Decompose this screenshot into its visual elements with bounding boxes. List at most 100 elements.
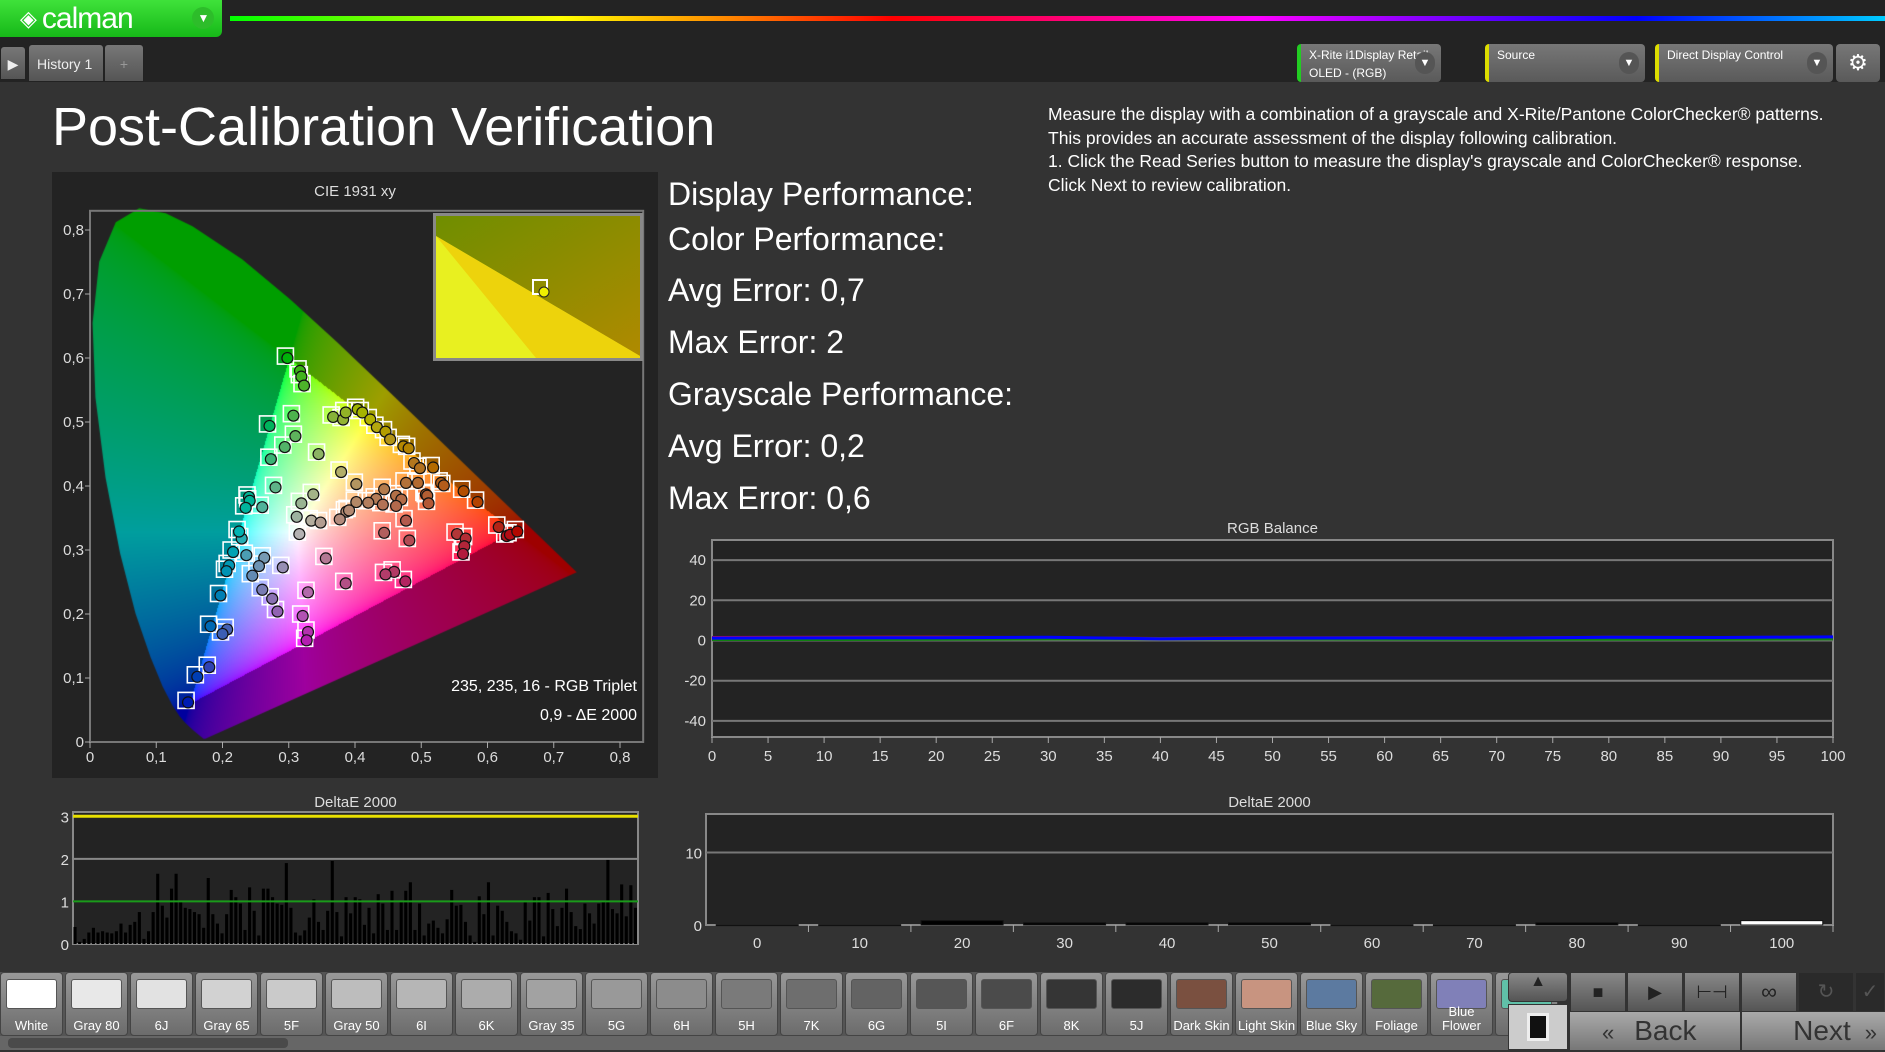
measured-point (511, 525, 524, 538)
measured-point (181, 696, 195, 709)
deltae-bar (920, 920, 1004, 926)
x-tick-label: 15 (872, 748, 889, 765)
patch-7k[interactable]: 7K (780, 972, 843, 1036)
meter-selector[interactable]: X-Rite i1Display Retail OLED - (RGB) ▼ (1297, 44, 1441, 82)
y-tick-label: 0,8 (63, 222, 84, 239)
next-button[interactable]: Next » (1742, 1012, 1885, 1050)
measured-point (252, 559, 266, 573)
deltae-bar (78, 941, 82, 944)
patch-gray-65[interactable]: Gray 65 (195, 972, 258, 1036)
patch-color (981, 979, 1032, 1009)
deltae-bar (528, 920, 532, 944)
gear-icon: ⚙ (1848, 50, 1868, 75)
x-tick-label: 65 (1432, 748, 1449, 765)
read-button[interactable]: ▶ (1627, 972, 1683, 1012)
patch-5j[interactable]: 5J (1105, 972, 1168, 1036)
x-tick-label: 40 (1152, 748, 1169, 765)
calman-logo[interactable]: ◈ calman ▼ (0, 0, 222, 37)
patch-8k[interactable]: 8K (1040, 972, 1103, 1036)
inset-measured-point (538, 286, 550, 298)
patch-6g[interactable]: 6G (845, 972, 908, 1036)
patch-color (526, 979, 577, 1009)
patch-label: Gray 35 (528, 1018, 575, 1033)
deltae-bar (105, 932, 109, 944)
x-tick-label: 0,2 (212, 749, 233, 766)
patch-5h[interactable]: 5H (715, 972, 778, 1036)
patch-blue-flower[interactable]: Blue Flower (1430, 972, 1493, 1036)
measured-point (362, 496, 375, 509)
patch-gray-50[interactable]: Gray 50 (325, 972, 388, 1036)
deltae-bar (165, 917, 169, 944)
patch-6h[interactable]: 6H (650, 972, 713, 1036)
deltae-bar (229, 889, 233, 944)
patch-5f[interactable]: 5F (260, 972, 323, 1036)
deltae-bar (289, 907, 293, 944)
next-label: Next (1793, 1015, 1851, 1046)
deltae-bar (468, 935, 472, 944)
deltae-bar (413, 929, 417, 944)
measured-point (227, 545, 240, 559)
confirm-button[interactable]: ✓ (1855, 972, 1885, 1012)
patch-6i[interactable]: 6I (390, 972, 453, 1036)
scroll-up-button[interactable]: ▲ (1508, 972, 1568, 1002)
deltae-bar (307, 917, 311, 944)
stop-read-button[interactable] (1508, 1004, 1568, 1050)
deltae-bar (532, 897, 536, 944)
measured-point (376, 498, 389, 511)
read-series-button[interactable]: ⊢⊣ (1684, 972, 1740, 1012)
patch-foliage[interactable]: Foliage (1365, 972, 1428, 1036)
deltae-bar (128, 924, 132, 944)
patch-white[interactable]: White (0, 972, 63, 1036)
x-tick-label: 80 (1569, 935, 1586, 952)
display-control-selector[interactable]: Direct Display Control ▼ (1655, 44, 1833, 82)
y-tick-label: 0 (698, 633, 706, 650)
deltae-bar (234, 897, 238, 944)
deltae-bar (486, 882, 491, 944)
stop-button[interactable]: ■ (1570, 972, 1626, 1012)
deltae-bar (1740, 920, 1824, 926)
patch-light-skin[interactable]: Light Skin (1235, 972, 1298, 1036)
deltae-bar (124, 932, 128, 944)
play-panel-button[interactable]: ▶ (0, 46, 26, 80)
deltae-bar (293, 932, 298, 944)
back-button[interactable]: « Back (1570, 1012, 1740, 1050)
deltae-bar (133, 921, 137, 944)
patch-6k[interactable]: 6K (455, 972, 518, 1036)
deltae-bar (238, 903, 242, 944)
y-tick-label: 20 (689, 592, 706, 609)
patch-gray-80[interactable]: Gray 80 (65, 972, 128, 1036)
deltae-bar (565, 888, 569, 944)
deltae-bar (271, 897, 275, 944)
patch-5g[interactable]: 5G (585, 972, 648, 1036)
patch-dark-skin[interactable]: Dark Skin (1170, 972, 1233, 1036)
y-tick-label: 0 (61, 937, 69, 954)
chevron-down-icon[interactable]: ▼ (192, 7, 214, 29)
check-icon: ✓ (1861, 981, 1879, 1003)
y-tick-label: 0,6 (63, 350, 84, 367)
deltae-bar (381, 903, 385, 944)
patch-6j[interactable]: 6J (130, 972, 193, 1036)
deltae-bar (509, 931, 513, 944)
patch-gray-35[interactable]: Gray 35 (520, 972, 583, 1036)
source-selector[interactable]: Source ▼ (1485, 44, 1645, 82)
measured-point (297, 379, 311, 392)
refresh-button[interactable]: ↻ (1798, 972, 1854, 1012)
patch-color (1046, 979, 1097, 1009)
chevron-down-icon: ▼ (1415, 52, 1435, 74)
patch-blue-sky[interactable]: Blue Sky (1300, 972, 1363, 1036)
patch-5i[interactable]: 5I (910, 972, 973, 1036)
deltae-bar (514, 933, 518, 944)
x-tick-label: 70 (1488, 748, 1505, 765)
scrollbar-thumb[interactable] (8, 1038, 288, 1048)
deltae-bar (574, 926, 578, 944)
add-tab-button[interactable]: + (104, 44, 144, 82)
tab-history-1[interactable]: History 1 (28, 44, 104, 82)
settings-button[interactable]: ⚙ (1836, 44, 1880, 82)
deltae-bar (418, 903, 422, 944)
x-tick-label: 100 (1769, 935, 1794, 952)
y-tick-label: 3 (61, 809, 69, 826)
y-tick-label: 1 (61, 894, 69, 911)
continuous-read-button[interactable]: ∞ (1741, 972, 1797, 1012)
patch-color (851, 979, 902, 1009)
patch-6f[interactable]: 6F (975, 972, 1038, 1036)
